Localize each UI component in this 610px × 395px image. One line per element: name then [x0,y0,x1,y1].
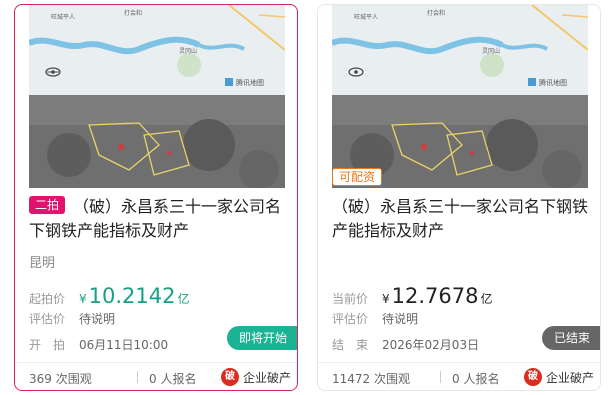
price-value: 10.2142 [88,284,176,308]
title-text[interactable]: （破）永昌系三十一家公司名下钢铁产能指标及财产 [29,197,281,240]
map-label: 旺城平人 [51,14,75,21]
city-label: 昆明 [29,256,56,271]
time-row: 开 拍 06月11日10:00 [29,336,168,353]
category: 破 企业破产 [220,368,291,386]
auction-card[interactable]: 旺城平人 打会和 灵冈山 腾讯地图 二拍 （破）永昌系三十一家公司名下钢铁产能指… [14,4,298,391]
eval-value: 待说明 [79,312,116,326]
eval-row: 评估价 待说明 [332,310,418,327]
category: 破 企业破产 [523,368,594,386]
map-label: 打会和 [427,9,445,17]
bankruptcy-icon: 破 [220,368,239,386]
auction-title[interactable]: （破）永昌系三十一家公司名下钢铁产能指标及财产 [29,195,285,243]
time-value: 2026年02月03日 [382,338,480,352]
view-count: 369 次围观 [29,372,92,386]
financing-tag: 可配资 [332,168,383,186]
bankruptcy-icon: 破 [523,368,542,386]
view-count: 11472 次围观 [332,372,410,386]
divider [15,362,297,363]
price-unit: 亿 [177,292,190,306]
eval-label: 评估价 [332,312,369,326]
price-row: 当前价 ¥12.7678 亿 [332,284,493,308]
auction-title[interactable]: （破）永昌系三十一家公司名下钢铁产能指标及财产 [332,195,588,243]
map-image: 旺城平人 打会和 灵冈山 腾讯地图 [29,5,285,95]
time-label: 结 束 [332,338,369,352]
category-label: 企业破产 [242,370,291,385]
map-label: 灵冈山 [482,47,500,55]
separator [440,371,441,383]
price-label: 当前价 [332,292,369,306]
auction-card[interactable]: 旺城平人 打会和 灵冈山 腾讯地图 可配资 （破）永昌系三十一家公司名下钢铁产能… [317,4,601,391]
signup-count: 0 人报名 [149,372,197,386]
price-row: 起拍价 ¥10.2142 亿 [29,284,190,308]
map-image: 旺城平人 打会和 灵冈山 腾讯地图 [332,5,588,95]
divider [318,362,600,363]
map-label: 打会和 [124,9,142,17]
currency-symbol: ¥ [79,292,87,306]
category-label: 企业破产 [545,370,594,385]
time-row: 结 束 2026年02月03日 [332,336,479,353]
price-unit: 亿 [480,292,493,306]
separator [137,371,138,383]
price-value: 12.7678 [391,284,479,308]
property-image[interactable]: 旺城平人 打会和 灵冈山 腾讯地图 [29,5,285,188]
aerial-photo [29,95,285,188]
map-label: 灵冈山 [179,47,197,55]
currency-symbol: ¥ [382,292,390,306]
map-label: 旺城平人 [354,14,378,21]
status-badge: 即将开始 [226,326,297,350]
price-label: 起拍价 [29,292,66,306]
property-image[interactable]: 旺城平人 打会和 灵冈山 腾讯地图 [332,5,588,188]
eval-row: 评估价 待说明 [29,310,115,327]
time-value: 06月11日10:00 [79,338,169,352]
status-badge: 已结束 [541,326,600,350]
eval-label: 评估价 [29,312,66,326]
map-watermark: 腾讯地图 [539,78,567,87]
eval-value: 待说明 [382,312,419,326]
map-watermark: 腾讯地图 [236,78,264,87]
time-label: 开 拍 [29,338,66,352]
signup-count: 0 人报名 [452,372,500,386]
